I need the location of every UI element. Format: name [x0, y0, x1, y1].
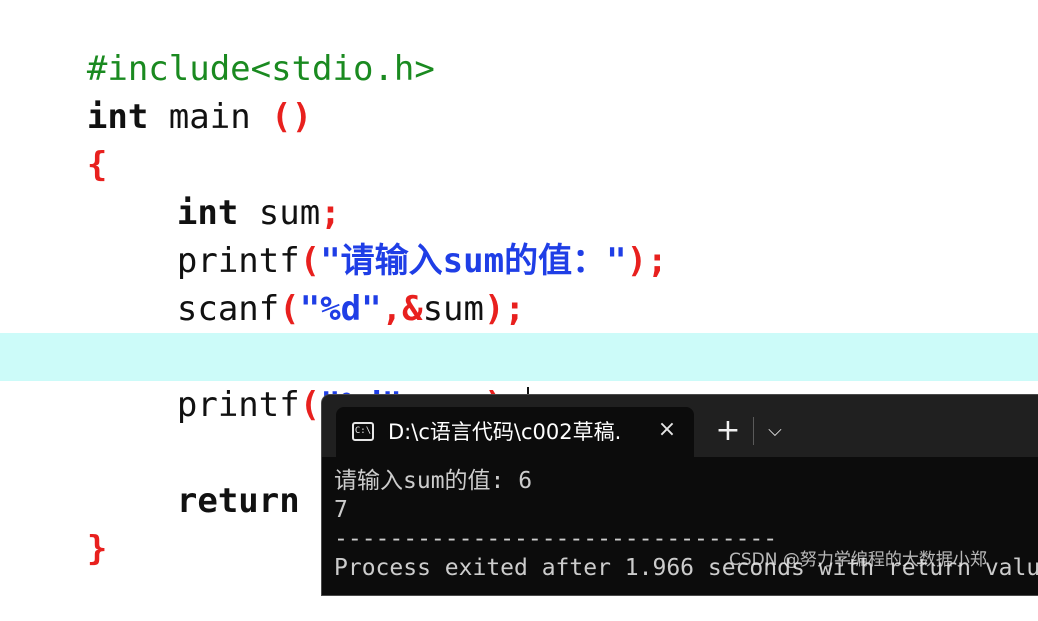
code-line-scanf[interactable]: scanf("%d",&sum);: [95, 237, 1038, 329]
close-icon[interactable]: ×: [652, 415, 682, 445]
output-prompt-line: 请输入sum的值: 6: [334, 468, 533, 494]
terminal-tab-bar: C:\ D:\c语言代码\c002草稿. × + ⌵: [322, 395, 1038, 459]
code-line-return[interactable]: return 0;: [95, 429, 361, 521]
new-tab-plus-icon[interactable]: +: [710, 413, 746, 449]
tab-divider: [753, 417, 754, 445]
console-icon: C:\: [352, 422, 374, 441]
code-line-close-brace[interactable]: }: [5, 477, 305, 569]
code-line-printf-result-current[interactable]: printf("%d",sum);: [0, 333, 1038, 427]
output-result-line: 7: [334, 497, 348, 523]
terminal-tab[interactable]: C:\ D:\c语言代码\c002草稿. ×: [336, 407, 694, 459]
code-line-declaration[interactable]: int sum;: [95, 141, 1038, 233]
function-printf: printf: [176, 385, 300, 425]
csdn-watermark: CSDN @努力学编程的大数据小郑: [729, 550, 987, 570]
code-line-open-brace[interactable]: {: [5, 93, 1038, 185]
chevron-down-icon[interactable]: ⌵: [760, 413, 790, 449]
close-brace: }: [86, 529, 108, 569]
code-line-increment[interactable]: sum++;: [95, 285, 1038, 377]
open-paren: (: [299, 385, 321, 425]
code-line-include[interactable]: #include<stdio.h>: [5, 0, 1038, 89]
code-line-printf-prompt[interactable]: printf("请输入sum的值：");: [95, 189, 1038, 281]
code-line-main-signature[interactable]: int main (): [5, 45, 1038, 137]
tab-title: D:\c语言代码\c002草稿.: [388, 420, 622, 444]
